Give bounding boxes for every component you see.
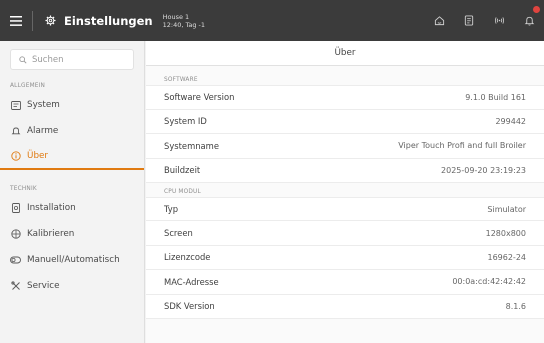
- search-input[interactable]: Suchen: [10, 49, 134, 70]
- menu-button[interactable]: [0, 0, 32, 41]
- info-row: Typ Simulator: [146, 197, 544, 222]
- section-label-allgemein: ALLGEMEIN: [10, 83, 46, 89]
- top-bar: Einstellungen House 1 12:40, Tag -1: [0, 0, 544, 41]
- cpu-group: Typ Simulator Screen 1280x800 Lizenzcode…: [146, 197, 544, 319]
- sidebar-item-kalibrieren[interactable]: Kalibrieren: [0, 221, 144, 247]
- row-key: System ID: [164, 116, 207, 127]
- wireless-icon: [494, 17, 504, 24]
- row-value: 00:0a:cd:42:42:42: [452, 277, 526, 287]
- row-value: 299442: [495, 116, 526, 126]
- gear-icon: [45, 15, 56, 26]
- sidebar-item-uber[interactable]: Über: [0, 144, 144, 170]
- row-key: SDK Version: [164, 301, 215, 312]
- house-name: House 1: [162, 12, 190, 21]
- row-value: 16962-24: [487, 252, 526, 262]
- sidebar-item-label: Kalibrieren: [27, 229, 75, 239]
- signal-button[interactable]: [484, 0, 514, 41]
- row-value: Viper Touch Profi and full Broiler: [398, 141, 526, 151]
- sidebar-item-alarme[interactable]: Alarme: [0, 118, 144, 144]
- row-value: 2025-09-20 23:19:23: [441, 165, 526, 175]
- section-label-technik: TECHNIK: [10, 186, 37, 192]
- bell-icon: [524, 16, 534, 26]
- tools-icon: [10, 281, 21, 292]
- sidebar-item-label: Über: [27, 151, 49, 161]
- sidebar-item-label: Alarme: [27, 126, 59, 136]
- row-key: Typ: [164, 204, 179, 215]
- info-row: Screen 1280x800: [146, 221, 544, 246]
- row-key: Software Version: [164, 92, 235, 103]
- main-content: Über SOFTWARE Software Version 9.1.0 Bui…: [146, 41, 544, 343]
- row-key: Lizenzcode: [164, 252, 211, 263]
- row-key: Buildzeit: [164, 165, 201, 176]
- house-info[interactable]: House 1 12:40, Tag -1: [163, 13, 205, 29]
- toggle-icon: [10, 255, 21, 266]
- sidebar-item-label: Service: [27, 281, 60, 291]
- nav-group-allgemein: System Alarme Über: [0, 92, 144, 170]
- info-row: SDK Version 8.1.6: [146, 294, 544, 319]
- installation-icon: [10, 203, 21, 214]
- search-icon: [19, 55, 27, 64]
- row-value: 1280x800: [485, 228, 526, 238]
- content-title: Über: [146, 41, 544, 66]
- row-value: 8.1.6: [505, 301, 526, 311]
- group-label-cpu-modul: CPU MODUL: [164, 189, 201, 195]
- sidebar-item-system[interactable]: System: [0, 92, 144, 118]
- row-key: Screen: [164, 228, 193, 239]
- hamburger-icon: [10, 15, 22, 26]
- info-row: Lizenzcode 16962-24: [146, 245, 544, 271]
- info-row: Systemname Viper Touch Profi and full Br…: [146, 134, 544, 159]
- row-value: Simulator: [487, 204, 526, 214]
- group-label-software: SOFTWARE: [164, 77, 198, 83]
- row-key: MAC-Adresse: [164, 276, 219, 287]
- info-row: System ID 299442: [146, 109, 544, 134]
- document-icon: [464, 15, 474, 26]
- software-group: Software Version 9.1.0 Build 161 System …: [146, 85, 544, 183]
- page-title: Einstellungen: [64, 13, 153, 28]
- notifications-button[interactable]: [514, 0, 544, 41]
- sidebar-item-service[interactable]: Service: [0, 273, 144, 299]
- house-time: 12:40, Tag -1: [162, 20, 206, 29]
- calibrate-icon: [10, 229, 21, 240]
- row-value: 9.1.0 Build 161: [465, 92, 526, 102]
- header-title-group: Einstellungen House 1 12:40, Tag -1: [33, 0, 205, 41]
- sidebar: Suchen ALLGEMEIN System Alarme Über TECH…: [0, 41, 145, 343]
- search-placeholder: Suchen: [32, 54, 64, 65]
- app: Einstellungen House 1 12:40, Tag -1 Such…: [0, 0, 544, 343]
- sidebar-item-label: System: [27, 100, 60, 110]
- info-row: MAC-Adresse 00:0a:cd:42:42:42: [146, 270, 544, 295]
- info-row: Software Version 9.1.0 Build 161: [146, 85, 544, 110]
- bell-icon: [10, 126, 21, 137]
- info-row: Buildzeit 2025-09-20 23:19:23: [146, 158, 544, 183]
- sidebar-item-label: Installation: [27, 203, 76, 213]
- header-actions: [424, 0, 544, 41]
- home-icon: [434, 16, 444, 26]
- sidebar-item-manuell-automatisch[interactable]: Manuell/Automatisch: [0, 247, 144, 273]
- info-icon: [10, 151, 21, 162]
- row-key: Systemname: [164, 140, 219, 151]
- home-button[interactable]: [424, 0, 454, 41]
- system-icon: [10, 100, 21, 111]
- report-button[interactable]: [454, 0, 484, 41]
- notification-badge: [533, 6, 540, 13]
- nav-group-technik: Installation Kalibrieren Manuell/Automat…: [0, 195, 144, 299]
- sidebar-item-label: Manuell/Automatisch: [27, 255, 120, 265]
- sidebar-item-installation[interactable]: Installation: [0, 195, 144, 221]
